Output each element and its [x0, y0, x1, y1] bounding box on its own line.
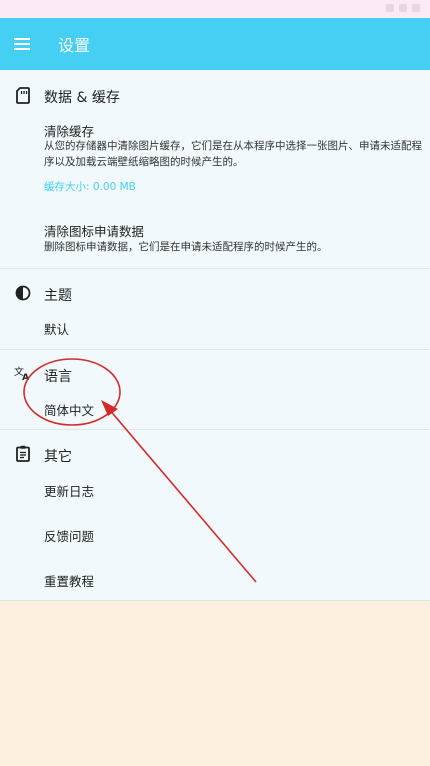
status-icons: [386, 4, 420, 12]
status-bar: [0, 0, 430, 18]
cache-size-label: 缓存大小: 0.00 MB: [44, 181, 136, 193]
translate-icon: 文 A: [14, 364, 32, 382]
section-language: 文 A 语言 简体中文: [0, 350, 430, 430]
section-data-cache: 数据 & 缓存 清除缓存 从您的存储器中清除图片缓存，它们是在从本程序中选择一张…: [0, 70, 430, 269]
section-other: 其它 更新日志 反馈问题 重置教程: [0, 430, 430, 601]
page-title: 设置: [58, 36, 91, 55]
clear-cache-description: 从您的存储器中清除图片缓存，它们是在从本程序中选择一张图片、申请未适配程序以及加…: [44, 140, 422, 168]
changelog-item[interactable]: 更新日志: [44, 481, 94, 500]
feedback-item[interactable]: 反馈问题: [44, 526, 94, 545]
app-bar: 设置: [0, 18, 430, 70]
clear-icon-requests-title: 清除图标申请数据: [44, 224, 145, 239]
contrast-icon: [14, 284, 32, 302]
settings-list: 数据 & 缓存 清除缓存 从您的存储器中清除图片缓存，它们是在从本程序中选择一张…: [0, 70, 430, 601]
menu-icon[interactable]: [14, 38, 30, 50]
clear-icon-requests-description: 删除图标申请数据，它们是在申请未适配程序的时候产生的。: [44, 241, 328, 253]
svg-text:A: A: [22, 373, 29, 382]
section-title-other: 其它: [44, 449, 72, 465]
clipboard-icon: [14, 444, 32, 462]
language-value[interactable]: 简体中文: [44, 400, 94, 419]
section-title-data-cache: 数据 & 缓存: [44, 90, 120, 106]
sd-card-icon: [14, 86, 32, 104]
section-title-theme: 主题: [44, 288, 72, 304]
section-theme: 主题 默认: [0, 269, 430, 350]
section-title-language: 语言: [44, 369, 72, 385]
theme-value[interactable]: 默认: [44, 319, 69, 338]
reset-tutorial-item[interactable]: 重置教程: [44, 571, 94, 590]
